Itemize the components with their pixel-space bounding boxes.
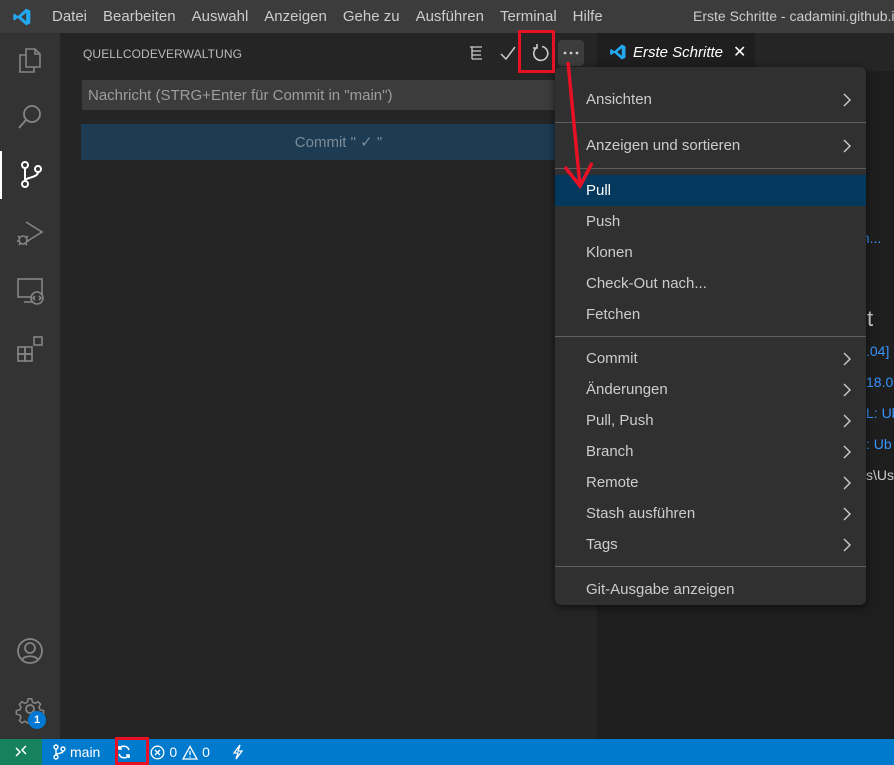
tab-erste-schritte[interactable]: Erste Schritte ✕ xyxy=(597,33,755,71)
menu-item-ansichten[interactable]: Ansichten xyxy=(555,77,866,122)
branch-indicator[interactable]: main xyxy=(46,739,106,765)
editor-link-fragment[interactable]: 18.0 xyxy=(866,374,893,390)
activity-bar: 1 xyxy=(0,33,60,739)
problems-indicator[interactable]: 0 0 xyxy=(144,739,216,765)
settings-badge: 1 xyxy=(28,711,46,729)
menu-separator xyxy=(555,336,866,337)
annotation-highlight-refresh xyxy=(518,30,555,73)
more-actions-button[interactable] xyxy=(558,40,584,66)
source-control-icon[interactable] xyxy=(0,151,60,199)
editor-tab-bar: Erste Schritte ✕ xyxy=(597,33,894,71)
warning-count: 0 xyxy=(202,744,210,760)
title-bar: Datei Bearbeiten Auswahl Anzeigen Gehe z… xyxy=(0,0,894,33)
menu-item-remote[interactable]: Remote xyxy=(555,467,866,498)
close-icon[interactable]: ✕ xyxy=(733,42,746,62)
menu-terminal[interactable]: Terminal xyxy=(492,0,565,33)
warning-icon xyxy=(182,744,199,760)
error-count: 0 xyxy=(169,744,178,760)
menu-separator xyxy=(555,168,866,169)
menu-item-label: Fetchen xyxy=(586,306,641,323)
chevron-right-icon xyxy=(843,476,851,489)
menu-item-label: Klonen xyxy=(586,244,633,261)
menu-gehe-zu[interactable]: Gehe zu xyxy=(335,0,408,33)
view-as-tree-button[interactable] xyxy=(460,39,492,67)
chevron-right-icon xyxy=(843,383,851,396)
accounts-icon[interactable] xyxy=(0,627,60,675)
live-share-button[interactable] xyxy=(226,739,250,765)
menu-item-commit[interactable]: Commit xyxy=(555,343,866,374)
editor-path-fragment: s\Us xyxy=(866,467,894,483)
menu-item-tags[interactable]: Tags xyxy=(555,529,866,560)
menu-item-label: Git-Ausgabe anzeigen xyxy=(586,581,735,598)
menu-item-anzeigen-und-sortieren[interactable]: Anzeigen und sortieren xyxy=(555,123,866,168)
tab-label: Erste Schritte xyxy=(633,43,724,61)
chevron-right-icon xyxy=(843,538,851,551)
remote-explorer-icon[interactable] xyxy=(0,267,60,315)
menu-item-label: Branch xyxy=(586,443,634,460)
menu-item-klonen[interactable]: Klonen xyxy=(555,237,866,268)
more-actions-icon xyxy=(563,51,579,55)
menu-item-stash[interactable]: Stash ausführen xyxy=(555,498,866,529)
menu-item-check-out[interactable]: Check-Out nach... xyxy=(555,268,866,299)
menu-hilfe[interactable]: Hilfe xyxy=(565,0,611,33)
menu-item-label: Tags xyxy=(586,536,618,553)
remote-indicator[interactable] xyxy=(0,739,42,765)
error-icon xyxy=(150,745,165,759)
vscode-tab-icon xyxy=(610,44,626,60)
chevron-right-icon xyxy=(843,352,851,365)
commit-message-input[interactable] xyxy=(82,80,582,110)
editor-heading-fragment: t xyxy=(867,306,874,331)
menu-item-aenderungen[interactable]: Änderungen xyxy=(555,374,866,405)
menu-item-fetchen[interactable]: Fetchen xyxy=(555,299,866,330)
menu-item-label: Push xyxy=(586,213,621,230)
commit-check-icon xyxy=(500,46,516,61)
branch-icon xyxy=(53,744,66,760)
source-control-panel: QUELLCODEVERWALTUNG Commit " ✓ " xyxy=(60,33,597,739)
menu-item-pull[interactable]: Pull xyxy=(555,175,866,206)
chevron-right-icon xyxy=(843,507,851,520)
annotation-highlight-sync xyxy=(115,737,149,765)
branch-name: main xyxy=(70,744,101,760)
settings-gear-icon[interactable]: 1 xyxy=(0,685,60,733)
commit-button[interactable]: Commit " ✓ " xyxy=(81,124,596,160)
run-debug-icon[interactable] xyxy=(0,209,60,257)
menu-bearbeiten[interactable]: Bearbeiten xyxy=(95,0,184,33)
menu-item-label: Commit xyxy=(586,350,638,367)
menu-item-label: Änderungen xyxy=(586,381,668,398)
menu-item-label: Pull xyxy=(586,182,612,199)
menu-item-git-ausgabe[interactable]: Git-Ausgabe anzeigen xyxy=(555,567,866,612)
explorer-icon[interactable] xyxy=(0,36,60,84)
search-icon[interactable] xyxy=(0,93,60,141)
more-actions-context-menu: Ansichten Anzeigen und sortieren Pull Pu… xyxy=(555,67,866,605)
chevron-right-icon xyxy=(843,414,851,427)
menu-item-label: Check-Out nach... xyxy=(586,275,707,292)
chevron-right-icon xyxy=(843,445,851,458)
view-as-tree-icon xyxy=(470,46,482,60)
menu-item-label: Pull, Push xyxy=(586,412,654,429)
menu-ausfuehren[interactable]: Ausführen xyxy=(408,0,492,33)
menu-datei[interactable]: Datei xyxy=(44,0,95,33)
remote-icon xyxy=(15,745,27,757)
menu-anzeigen[interactable]: Anzeigen xyxy=(256,0,335,33)
chevron-right-icon xyxy=(843,93,851,106)
menu-item-label: Remote xyxy=(586,474,639,491)
editor-link-fragment[interactable]: .04] xyxy=(866,343,889,359)
menu-item-label: Anzeigen und sortieren xyxy=(586,137,741,154)
extensions-icon[interactable] xyxy=(0,325,60,373)
editor-link-fragment[interactable]: L: Ub xyxy=(866,405,894,421)
menu-item-label: Stash ausführen xyxy=(586,505,696,522)
menu-item-branch[interactable]: Branch xyxy=(555,436,866,467)
menu-bar: Datei Bearbeiten Auswahl Anzeigen Gehe z… xyxy=(44,0,611,33)
vscode-logo-icon xyxy=(0,0,44,33)
chevron-right-icon xyxy=(843,139,851,152)
menu-item-label: Ansichten xyxy=(586,91,652,108)
panel-title: QUELLCODEVERWALTUNG xyxy=(83,47,243,61)
menu-item-push[interactable]: Push xyxy=(555,206,866,237)
lightning-icon xyxy=(232,744,244,760)
editor-link-fragment[interactable]: : Ub xyxy=(866,436,892,452)
menu-item-pull-push[interactable]: Pull, Push xyxy=(555,405,866,436)
window-title: Erste Schritte - cadamini.github.io xyxy=(693,8,894,24)
menu-auswahl[interactable]: Auswahl xyxy=(184,0,257,33)
